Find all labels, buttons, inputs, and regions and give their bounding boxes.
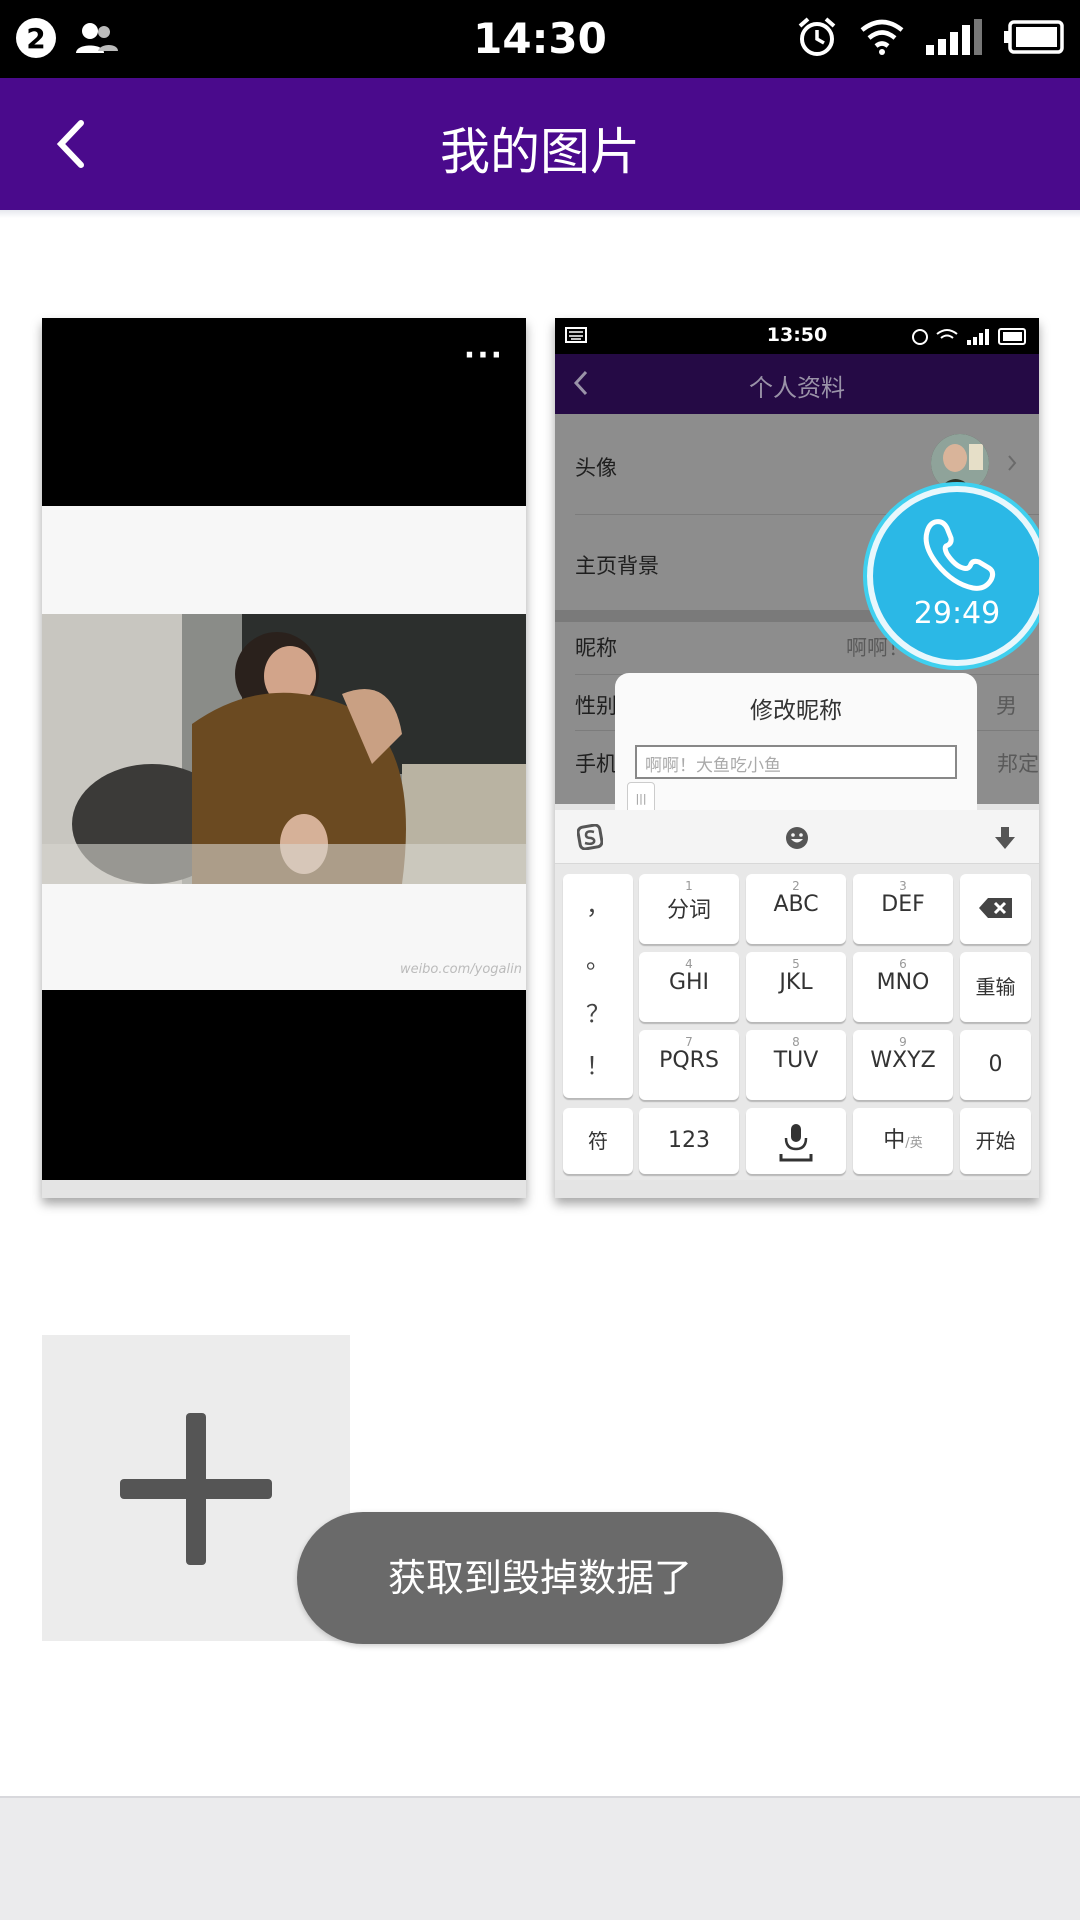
nested-title-bar: 个人资料 [555,354,1039,414]
backspace-icon [978,898,1012,918]
key-8: 8 TUV [746,1030,846,1100]
key-4: 4 GHI [639,952,739,1022]
key-9: 9 WXYZ [853,1030,953,1100]
call-timer-bubble: 29:49 [867,486,1039,666]
title-bar: 我的图片 [0,78,1080,210]
phone-icon [923,519,996,591]
key-7: 7 PQRS [639,1030,739,1100]
key-2: 2 ABC [746,874,846,944]
key-0: 0 [960,1030,1031,1100]
nickname-input: 啊啊！大鱼吃小鱼 [635,745,957,779]
title-shadow [0,210,1080,218]
more-menu-dots: ··· [463,338,504,373]
punctuation-column: ， 。 ？ ！ [563,874,633,1098]
keyboard-toolbar [555,810,1039,864]
key-3: 3 DEF [853,874,953,944]
key-5: 5 JKL [746,952,846,1022]
sogou-logo-icon [577,824,603,850]
key-reset: 重输 [960,952,1031,1022]
alarm-icon [798,17,836,56]
key-symbols: 符 [563,1108,633,1174]
edit-nickname-dialog: 修改昵称 啊啊！大鱼吃小鱼 [615,673,977,833]
photo-thumbnail[interactable]: 13:50 个人资料 头像 主页背景 昵称 啊啊！ 性别 男 手机 邦定 修改昵… [555,318,1039,1198]
avatar [931,434,989,492]
key-start: 开始 [960,1108,1031,1174]
battery-icon [1004,20,1064,54]
plus-icon [120,1413,272,1565]
signal-icon [926,19,982,55]
microphone-icon [779,1124,813,1162]
key-voice [746,1108,846,1174]
photo-thumbnail[interactable]: ··· weibo.com/yogalin [42,318,526,1198]
photo-image [42,614,526,884]
nested-status-bar: 13:50 [555,318,1039,354]
nested-keyboard: ， 。 ？ ！ 1 分词 2 ABC 3 DEF 4 GHI 5 JKL 6 MNO 重输 … [555,810,1039,1180]
bottom-bar [0,1796,1080,1920]
key-language: 中/英 [853,1108,953,1174]
keyboard-hide-icon [995,827,1015,849]
nested-status-icons [912,328,1026,345]
wifi-icon [860,19,904,55]
watermark-text: weibo.com/yogalin [399,962,522,977]
key-backspace [960,874,1031,944]
page-title: 我的图片 [440,123,640,181]
toast-message: 获取到毁掉数据了 [297,1512,783,1644]
chevron-right-icon [1008,455,1017,471]
status-bar: 2 14:30 [0,0,1080,78]
nested-screen-title: 个人资料 [749,374,845,402]
key-1: 1 分词 [639,874,739,944]
call-timer-text: 29:49 [913,596,1001,631]
emoji-icon [786,827,808,849]
dialog-title: 修改昵称 [750,698,842,724]
key-123: 123 [639,1108,739,1174]
key-6: 6 MNO [853,952,953,1022]
